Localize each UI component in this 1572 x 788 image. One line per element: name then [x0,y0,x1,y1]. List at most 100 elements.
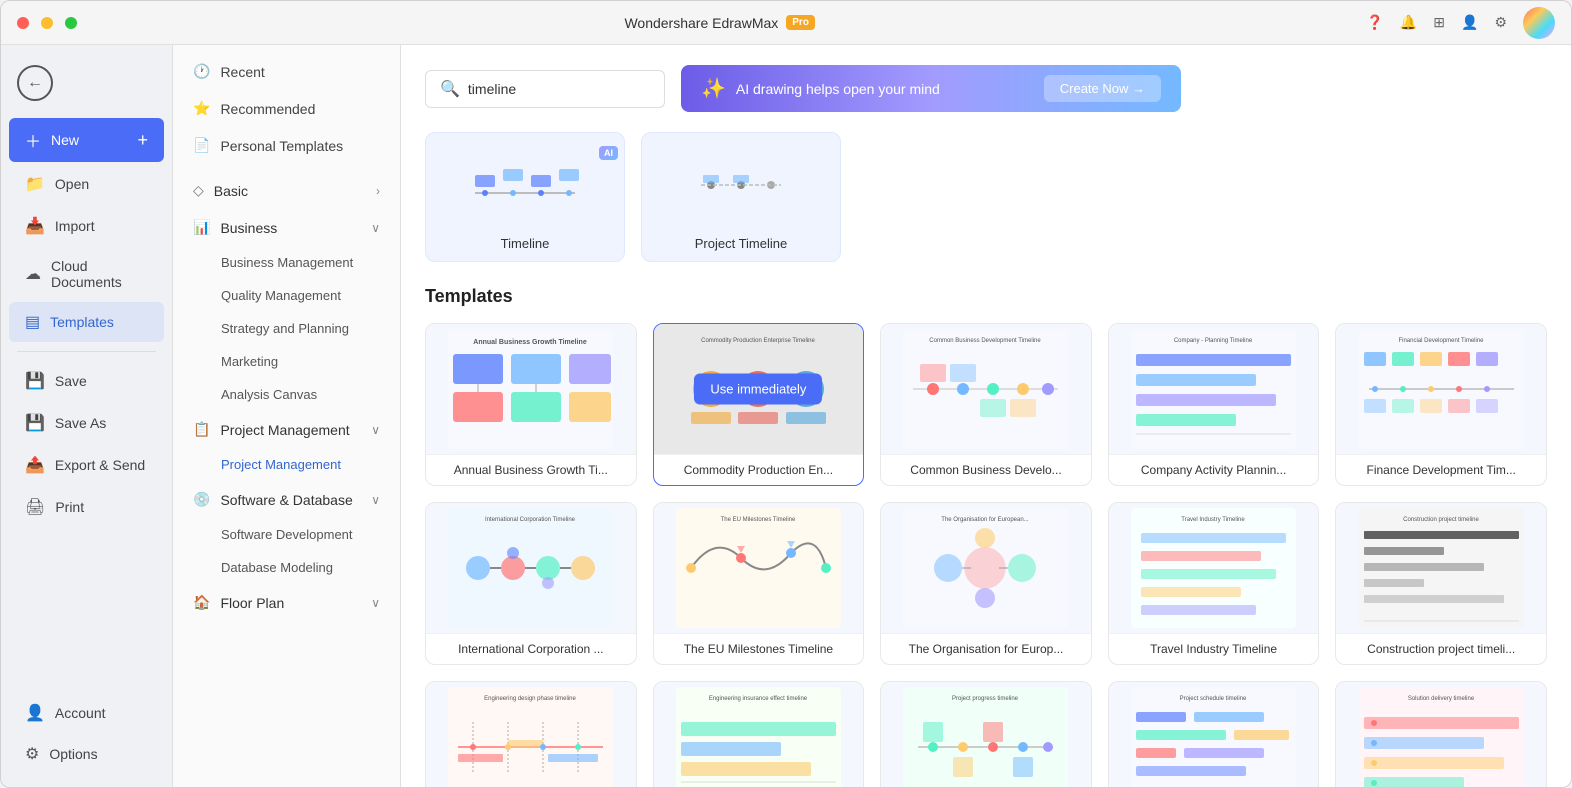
sidebar-item-account[interactable]: 👤 Account [9,693,164,733]
mid-category-basic[interactable]: ◇ Basic › [173,172,400,209]
template-card-5[interactable]: International Corporation Timeline [425,502,637,665]
sidebar: ← ＋ New + 📁 Open 📥 Import ☁ Cloud Docume… [1,45,173,787]
top-template-timeline[interactable]: AI Timeline [425,132,625,262]
mid-sub-database[interactable]: Database Modeling [173,551,400,584]
thumb-svg-10: Engineering design phase timeline [443,682,618,787]
template-card-8[interactable]: Travel Industry Timeline Travel Industry… [1108,502,1320,665]
avatar[interactable] [1523,7,1555,39]
template-card-7[interactable]: The Organisation for European... The Org… [880,502,1092,665]
personal-icon: 📄 [193,137,210,154]
mid-sub-quality[interactable]: Quality Management [173,279,400,312]
top-template-timeline-label: Timeline [501,230,550,255]
minimize-button[interactable] [41,17,53,29]
mid-sub-business-mgmt[interactable]: Business Management [173,246,400,279]
basic-icon: ◇ [193,182,204,199]
settings-icon[interactable]: ⚙ [1490,10,1511,35]
top-template-project-timeline-label: Project Timeline [695,230,787,255]
user-icon[interactable]: 👤 [1457,10,1482,35]
ai-banner-text: AI drawing helps open your mind [736,81,1034,97]
thumb-svg-7: The Organisation for European... [898,503,1073,633]
ai-create-button[interactable]: Create Now → [1044,75,1161,102]
thumb-6: The EU Milestones Timeline [654,503,864,633]
sidebar-print-label: Print [55,499,84,515]
sidebar-item-export[interactable]: 📤 Export & Send [9,445,164,485]
svg-text:Engineering insurance effect t: Engineering insurance effect timeline [709,696,808,702]
thumb-1: Commodity Production Enterprise Timeline… [654,324,864,454]
search-input[interactable] [468,81,650,97]
template-card-11[interactable]: Engineering insurance effect timeline En… [653,681,865,787]
new-icon: ＋ [25,128,41,152]
mid-sub-marketing[interactable]: Marketing [173,345,400,378]
mid-sub-project-mgmt[interactable]: Project Management [173,448,400,481]
svg-text:Annual Business Growth Timelin: Annual Business Growth Timeline [474,339,588,346]
use-immediately-button[interactable]: Use immediately [694,374,822,405]
mid-sub-strategy[interactable]: Strategy and Planning [173,312,400,345]
recommended-icon: ⭐ [193,100,210,117]
mid-sub-software-dev[interactable]: Software Development [173,518,400,551]
svg-text:The Organisation for European.: The Organisation for European... [942,517,1030,523]
sidebar-new-label: New [51,132,79,148]
mid-category-business[interactable]: 📊 Business ∨ [173,209,400,246]
cloud-icon: ☁ [25,264,41,284]
bell-icon[interactable]: 🔔 [1396,10,1421,35]
sidebar-item-import[interactable]: 📥 Import [9,206,164,246]
thumb-svg-5: International Corporation Timeline [443,503,618,633]
template-card-14[interactable]: Solution delivery timeline Solution deli… [1335,681,1547,787]
thumb-svg-6: The EU Milestones Timeline [671,503,846,633]
project-chevron: ∨ [371,423,380,437]
apps-icon[interactable]: ⊞ [1429,10,1449,35]
section-title: Templates [425,286,1547,307]
sidebar-item-options[interactable]: ⚙ Options [9,734,164,774]
close-button[interactable] [17,17,29,29]
mid-item-recommended[interactable]: ⭐ Recommended [173,90,400,127]
template-card-12[interactable]: Project progress timeline [880,681,1092,787]
mid-top-section: 🕐 Recent ⭐ Recommended 📄 Personal Templa… [173,45,400,172]
mid-panel: 🕐 Recent ⭐ Recommended 📄 Personal Templa… [173,45,401,787]
template-card-1[interactable]: Commodity Production Enterprise Timeline… [653,323,865,486]
sidebar-item-new[interactable]: ＋ New + [9,118,164,162]
back-button[interactable]: ← [1,57,172,109]
thumb-svg-8: Travel Industry Timeline [1126,503,1301,633]
top-template-project-timeline[interactable]: Project Timeline [641,132,841,262]
maximize-button[interactable] [65,17,77,29]
template-card-13[interactable]: Project schedule timeline Project schedu… [1108,681,1320,787]
template-card-6[interactable]: The EU Milestones Timeline The EU Milest… [653,502,865,665]
sidebar-item-cloud[interactable]: ☁ Cloud Documents [9,248,164,300]
mid-personal-label: Personal Templates [220,138,343,154]
project-timeline-preview [642,140,840,230]
search-input-wrap[interactable]: 🔍 [425,70,665,108]
recent-icon: 🕐 [193,63,210,80]
thumb-8: Travel Industry Timeline [1109,503,1319,633]
mid-item-recent[interactable]: 🕐 Recent [173,53,400,90]
main-layout: ← ＋ New + 📁 Open 📥 Import ☁ Cloud Docume… [1,45,1571,787]
mid-project-label: Project Management [220,422,349,438]
ai-banner[interactable]: ✨ AI drawing helps open your mind Create… [681,65,1181,112]
sidebar-item-save[interactable]: 💾 Save [9,361,164,401]
template-card-4[interactable]: Financial Development Timeline [1335,323,1547,486]
business-icon: 📊 [193,219,210,236]
sidebar-item-print[interactable]: 🖨 Print [9,487,164,527]
template-card-3[interactable]: Company - Planning Timeline Company Acti… [1108,323,1320,486]
sidebar-item-open[interactable]: 📁 Open [9,164,164,204]
thumb-11: Engineering insurance effect timeline [654,682,864,787]
mid-category-floorplan[interactable]: 🏠 Floor Plan ∨ [173,584,400,621]
card-label-4: Finance Development Tim... [1336,454,1546,485]
mid-category-project[interactable]: 📋 Project Management ∨ [173,411,400,448]
sidebar-item-saveas[interactable]: 💾 Save As [9,403,164,443]
mid-item-personal[interactable]: 📄 Personal Templates [173,127,400,164]
template-card-10[interactable]: Engineering design phase timeline [425,681,637,787]
svg-text:Company - Planning Timeline: Company - Planning Timeline [1174,338,1253,344]
thumb-3: Company - Planning Timeline [1109,324,1319,454]
thumb-12: Project progress timeline [881,682,1091,787]
help-icon[interactable]: ❓ [1362,10,1387,35]
thumb-svg-9: Construction project timeline [1354,503,1529,633]
import-icon: 📥 [25,216,45,236]
mid-category-software[interactable]: 💿 Software & Database ∨ [173,481,400,518]
svg-text:Project schedule timeline: Project schedule timeline [1180,696,1247,702]
mid-sub-analysis[interactable]: Analysis Canvas [173,378,400,411]
sidebar-item-templates[interactable]: ▤ Templates [9,302,164,342]
template-card-0[interactable]: Annual Business Growth Timeline Annual B… [425,323,637,486]
title-bar-right: ❓ 🔔 ⊞ 👤 ⚙ [1362,7,1555,39]
template-card-9[interactable]: Construction project timeline Constructi… [1335,502,1547,665]
template-card-2[interactable]: Common Business Development Timeline [880,323,1092,486]
